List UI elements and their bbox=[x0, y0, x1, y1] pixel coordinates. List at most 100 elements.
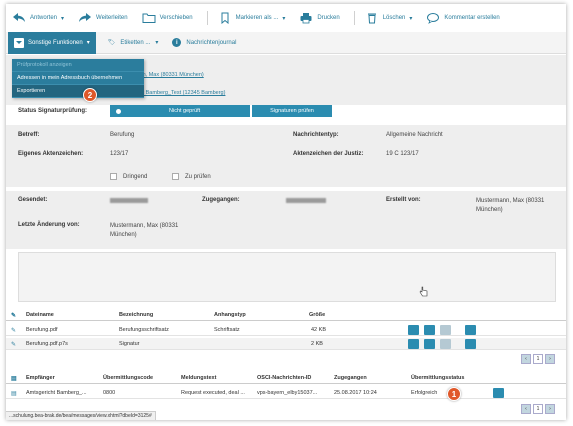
table-row[interactable]: ▤ Amtsgericht Bamberg_... 0800 Request e… bbox=[6, 387, 566, 399]
check-signatures-button[interactable]: Signaturen prüfen bbox=[252, 105, 332, 117]
next-page-button[interactable]: › bbox=[545, 404, 555, 414]
labels-button[interactable]: 🏷 Etiketten ... ▾ bbox=[107, 39, 159, 47]
prev-page-button[interactable]: ‹ bbox=[521, 354, 531, 364]
message-type-value: Allgemeine Nachricht bbox=[386, 132, 443, 138]
message-type-label: Nachrichtentyp: bbox=[293, 132, 339, 138]
page-number[interactable]: 1 bbox=[533, 404, 543, 414]
attachment-icon: ✎ bbox=[11, 342, 17, 348]
recipient-link[interactable]: ...t Bamberg_Test (12345 Bamberg) bbox=[138, 90, 225, 96]
message-journal-label: Nachrichtenjournal bbox=[186, 39, 237, 46]
mark-as-button[interactable]: Markieren als ... ▾ bbox=[218, 12, 286, 24]
comment-textarea[interactable] bbox=[18, 252, 556, 302]
callout-badge-1: 1 bbox=[447, 387, 461, 401]
details-section bbox=[6, 125, 566, 187]
last-modified-value: Mustermann, Max (80331 München) bbox=[110, 223, 179, 238]
subject-label: Betreff: bbox=[18, 132, 40, 138]
transmission-table-header: ▤ Empfänger Übermittlungscode Meldungste… bbox=[6, 372, 566, 384]
check-icon[interactable] bbox=[465, 339, 476, 349]
print-button[interactable]: Drucken bbox=[299, 12, 340, 24]
move-button[interactable]: Verschieben bbox=[142, 12, 193, 24]
callout-badge-2: 2 bbox=[83, 88, 97, 102]
column-header-size[interactable]: Größe bbox=[309, 312, 325, 318]
recipient-link[interactable]: ...n, Max (80331 München) bbox=[138, 72, 204, 78]
transmission-pager: ‹ 1 › bbox=[521, 404, 555, 414]
column-header-recipient[interactable]: Empfänger bbox=[26, 375, 55, 381]
chevron-down-icon: ▾ bbox=[155, 40, 159, 46]
received-value: 25.08.2017 10:24 bbox=[334, 390, 377, 396]
to-check-checkbox[interactable] bbox=[172, 173, 179, 180]
menu-item-show-protocol[interactable]: Prüfprotokoll anzeigen bbox=[12, 59, 144, 72]
created-by-value: Mustermann, Max (80331 München) bbox=[476, 198, 545, 213]
chevron-down-icon: ▾ bbox=[282, 15, 286, 22]
table-row[interactable]: ✎ Berufung.pdf.p7s Signatur 2 KB bbox=[6, 338, 566, 350]
menu-item-add-to-addressbook[interactable]: Adressen in mein Adressbuch übernehmen bbox=[12, 72, 144, 85]
last-modified-label: Letzte Änderung von: bbox=[18, 222, 80, 228]
attachment-icon: ✎ bbox=[11, 328, 17, 334]
attachment-size: 2 KB bbox=[311, 341, 323, 347]
signature-status-value: Nicht geprüft bbox=[169, 108, 201, 114]
column-header-status[interactable]: Übermittlungsstatus bbox=[411, 375, 464, 381]
attachment-description: Berufungsschriftsatz bbox=[119, 327, 169, 333]
save-icon[interactable] bbox=[408, 325, 419, 335]
create-comment-button[interactable]: Kommentar erstellen bbox=[426, 12, 500, 24]
forward-button[interactable]: Weiterleiten bbox=[78, 12, 128, 24]
folder-icon bbox=[142, 13, 156, 23]
attachment-size: 42 KB bbox=[311, 327, 326, 333]
prev-page-button[interactable]: ‹ bbox=[521, 404, 531, 414]
attachment-filename[interactable]: Berufung.pdf bbox=[26, 327, 58, 333]
table-row[interactable]: ✎ Berufung.pdf Berufungsschriftsatz Schr… bbox=[6, 324, 566, 336]
search-icon[interactable] bbox=[493, 388, 504, 398]
labels-label: Etiketten ... bbox=[120, 39, 151, 46]
column-header-type[interactable]: Anhangstyp bbox=[214, 312, 246, 318]
check-icon[interactable] bbox=[465, 325, 476, 335]
attachment-filename[interactable]: Berufung.pdf.p7s bbox=[26, 341, 68, 347]
reply-button[interactable]: Antworten ▾ bbox=[12, 12, 64, 24]
attachment-description: Signatur bbox=[119, 341, 140, 347]
delete-button[interactable]: Löschen ▾ bbox=[365, 12, 412, 24]
page-number[interactable]: 1 bbox=[533, 354, 543, 364]
reply-label: Antworten bbox=[30, 15, 58, 21]
column-header-description[interactable]: Bezeichnung bbox=[119, 312, 153, 318]
menu-item-export[interactable]: Exportieren bbox=[12, 85, 144, 98]
osci-id-value: vps-bayern_elby15037... bbox=[257, 390, 318, 396]
trash-icon bbox=[367, 13, 376, 24]
column-header-code[interactable]: Übermittlungscode bbox=[103, 375, 153, 381]
other-functions-button[interactable]: Sonstige Funktionen ▾ bbox=[8, 31, 96, 54]
message-value: Request executed, deal ... bbox=[181, 390, 245, 396]
attachments-pager: ‹ 1 › bbox=[521, 354, 555, 364]
print-label: Drucken bbox=[317, 15, 340, 21]
message-journal-button[interactable]: i Nachrichtenjournal bbox=[172, 38, 236, 47]
tags-icon: 🏷 bbox=[107, 40, 116, 46]
sent-label: Gesendet: bbox=[18, 197, 48, 203]
received-label: Zugegangen: bbox=[202, 197, 240, 203]
court-reference-label: Aktenzeichen der Justiz: bbox=[293, 151, 364, 157]
column-header-osci-id[interactable]: OSCI-Nachrichten-ID bbox=[257, 375, 311, 381]
next-page-button[interactable]: › bbox=[545, 354, 555, 364]
column-header-filename[interactable]: Dateiname bbox=[26, 312, 54, 318]
gear-icon[interactable] bbox=[440, 325, 451, 335]
attachment-type: Schriftsatz bbox=[214, 327, 240, 333]
code-value: 0800 bbox=[103, 390, 116, 396]
printer-icon bbox=[300, 13, 312, 24]
court-reference-value: 19 C 123/17 bbox=[386, 151, 419, 157]
search-icon[interactable] bbox=[424, 325, 435, 335]
forward-label: Weiterleiten bbox=[96, 15, 128, 21]
status-value: Erfolgreich bbox=[411, 390, 438, 396]
pointer-cursor-icon bbox=[419, 286, 428, 297]
column-header-message[interactable]: Meldungstext bbox=[181, 375, 216, 381]
own-reference-value: 123/17 bbox=[110, 151, 129, 157]
search-icon[interactable] bbox=[424, 339, 435, 349]
delete-label: Löschen bbox=[382, 15, 406, 21]
main-toolbar: Antworten ▾ Weiterleiten Verschieben Mar… bbox=[6, 4, 566, 32]
column-header-received[interactable]: Zugegangen bbox=[334, 375, 367, 381]
gear-icon[interactable] bbox=[440, 339, 451, 349]
status-radio bbox=[116, 108, 121, 114]
application-window: Antworten ▾ Weiterleiten Verschieben Mar… bbox=[6, 4, 566, 420]
chevron-down-icon[interactable]: ▾ bbox=[61, 15, 64, 22]
urgent-checkbox[interactable] bbox=[110, 173, 117, 180]
toolbar-divider bbox=[353, 11, 355, 25]
own-reference-label: Eigenes Aktenzeichen: bbox=[18, 151, 84, 157]
save-icon[interactable] bbox=[408, 339, 419, 349]
recipient-value: Amtsgericht Bamberg_... bbox=[26, 390, 87, 396]
subject-value: Berufung bbox=[110, 132, 135, 138]
